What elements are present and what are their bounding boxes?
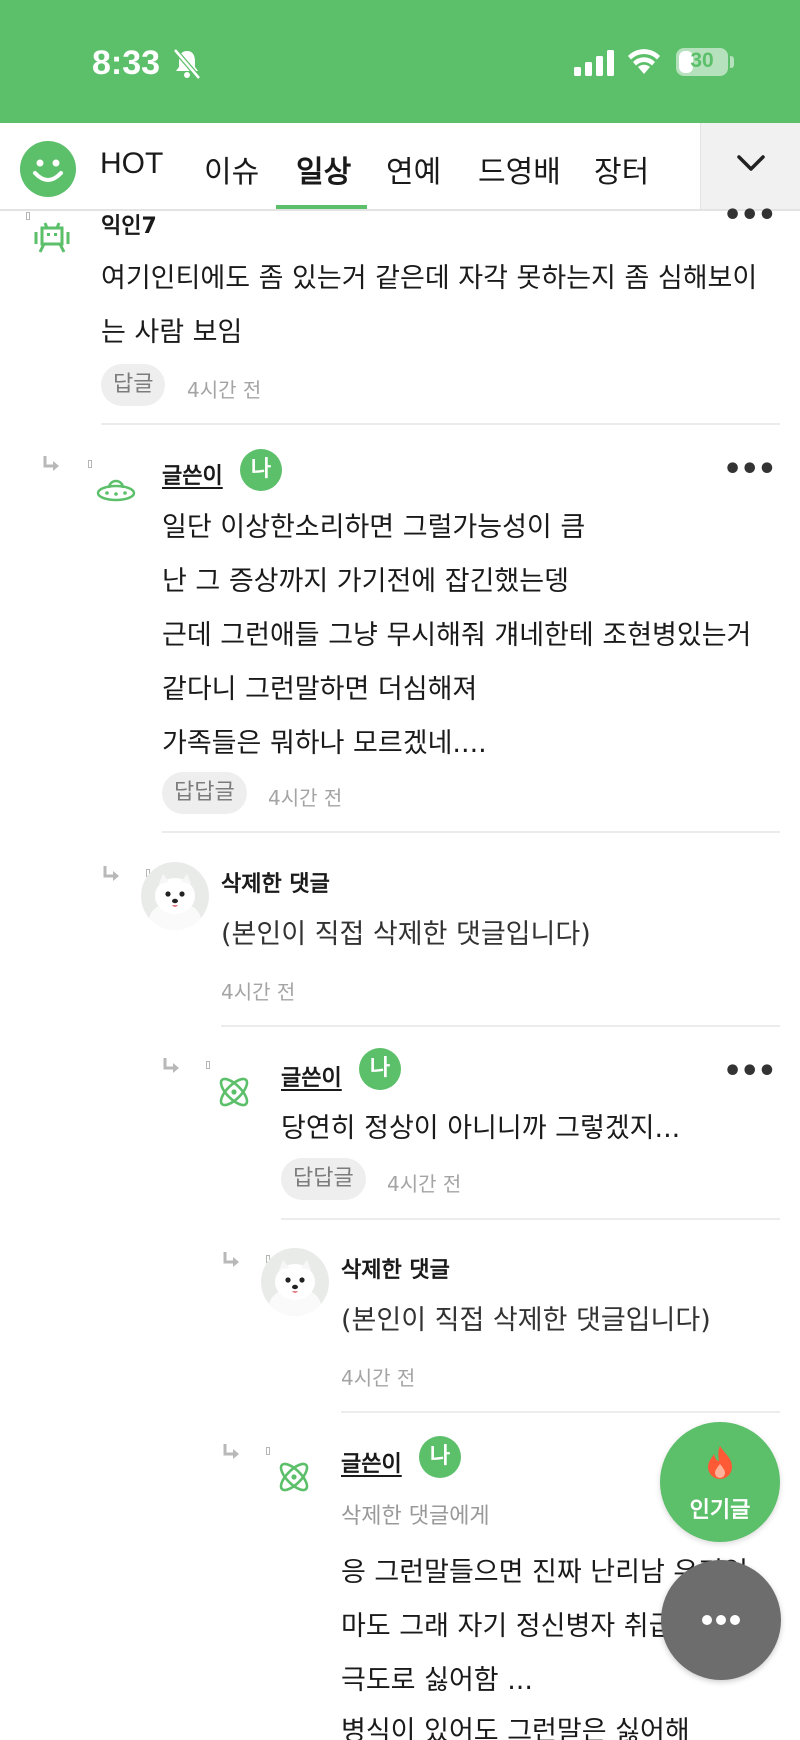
tab-issue[interactable]: 이슈	[204, 147, 259, 191]
more-horizontal-icon	[702, 1615, 740, 1625]
comment-text: 병식이 있어도 그런말은 싫어해	[341, 1716, 690, 1740]
atom-icon	[219, 1077, 249, 1107]
comment-text: 같다니 그런말하면 더심해져	[162, 674, 478, 705]
reply-arrow-icon	[43, 456, 59, 471]
me-badge: 나	[419, 1436, 461, 1478]
comment-text: 당연히 정상이 아니니까 그렇겠지...	[281, 1113, 681, 1144]
reply-arrow-icon	[223, 1444, 239, 1459]
more-options-button[interactable]: •••	[723, 1054, 777, 1089]
comment-nickname[interactable]: 삭제한 댓글	[341, 1252, 450, 1284]
dog-photo-avatar	[261, 1248, 329, 1316]
comment-text: 근데 그런애들 그냥 무시해줘 걔네한테 조현병있는거	[162, 620, 752, 651]
reply-arrow-icon	[163, 1058, 179, 1073]
ufo-icon	[96, 479, 136, 502]
status-time: 8:33	[92, 44, 161, 82]
reply-button[interactable]: 답답글	[162, 772, 247, 814]
comment-text: 마도 그래 자기 정신병자 취급	[341, 1611, 674, 1642]
divider	[101, 423, 780, 425]
comment-nickname[interactable]: 삭제한 댓글	[221, 866, 330, 898]
cellular-signal-icon	[574, 50, 614, 76]
active-tab-indicator	[276, 205, 367, 209]
comment-text: 일단 이상한소리하면 그럴가능성이 큼	[162, 512, 586, 543]
category-tab-bar: HOT 이슈 일상 연예 드영배 장터	[0, 123, 800, 211]
battery-level: 30	[690, 49, 714, 72]
tab-fade	[672, 123, 702, 209]
indent-marker	[266, 1447, 270, 1455]
indent-marker	[206, 1061, 210, 1069]
divider	[162, 831, 780, 833]
divider	[221, 1025, 780, 1027]
reply-target: 삭제한 댓글에게	[341, 1504, 490, 1529]
battery-cap	[730, 56, 734, 68]
tab-hot[interactable]: HOT	[100, 147, 163, 181]
dog-photo-avatar	[141, 862, 209, 930]
comment-time: 4시간 전	[387, 1172, 462, 1196]
divider	[341, 1411, 780, 1413]
wifi-icon	[628, 49, 660, 74]
reply-button[interactable]: 답글	[101, 364, 166, 406]
bell-muted-icon	[173, 48, 201, 80]
comment-text: 가족들은 뭐하나 모르겠네....	[162, 728, 487, 759]
chevron-down-icon	[737, 155, 765, 171]
tab-entertainment[interactable]: 연예	[386, 147, 441, 191]
me-badge: 나	[359, 1048, 401, 1090]
me-badge: 나	[240, 449, 282, 491]
popular-posts-label: 인기글	[689, 1498, 751, 1523]
tab-drama[interactable]: 드영배	[478, 147, 561, 191]
comment-nickname[interactable]: 익인7	[101, 208, 157, 240]
space-invader-icon	[34, 222, 70, 253]
more-options-button[interactable]: •••	[723, 198, 777, 233]
comment-time: 4시간 전	[268, 786, 343, 810]
reply-arrow-icon	[103, 866, 119, 881]
more-options-button[interactable]: •••	[723, 452, 777, 487]
deleted-comment-text: (본인이 직접 삭제한 댓글입니다)	[341, 1305, 711, 1336]
author-nickname[interactable]: 글쓴이	[341, 1446, 402, 1478]
tab-market[interactable]: 장터	[594, 147, 649, 191]
fire-icon	[708, 1446, 732, 1479]
indent-marker	[26, 212, 30, 220]
expand-tabs-button[interactable]	[700, 123, 800, 209]
popular-posts-button[interactable]: 인기글	[660, 1422, 780, 1542]
comment-text: 는 사람 보임	[101, 317, 243, 348]
reply-arrow-icon	[223, 1252, 239, 1267]
battery-icon: 30	[676, 48, 728, 76]
tab-daily[interactable]: 일상	[296, 147, 351, 191]
reply-button[interactable]: 답답글	[281, 1158, 366, 1200]
comment-text: 여기인티에도 좀 있는거 같은데 자각 못하는지 좀 심해보이	[101, 263, 758, 294]
atom-icon	[279, 1462, 309, 1492]
indent-marker	[88, 460, 92, 468]
menu-button[interactable]	[661, 1560, 781, 1680]
comment-text: 극도로 싫어함 ...	[341, 1665, 533, 1696]
comment-time: 4시간 전	[341, 1366, 416, 1390]
comment-time: 4시간 전	[187, 378, 262, 402]
status-bar: 8:33 30	[0, 0, 800, 123]
author-nickname[interactable]: 글쓴이	[281, 1060, 342, 1092]
smiley-logo-icon[interactable]	[20, 141, 76, 197]
comment-time: 4시간 전	[221, 980, 296, 1004]
comment-text: 난 그 증상까지 가기전에 잡긴했는뎅	[162, 566, 569, 597]
author-nickname[interactable]: 글쓴이	[162, 458, 223, 490]
divider	[281, 1218, 780, 1220]
deleted-comment-text: (본인이 직접 삭제한 댓글입니다)	[221, 919, 591, 950]
